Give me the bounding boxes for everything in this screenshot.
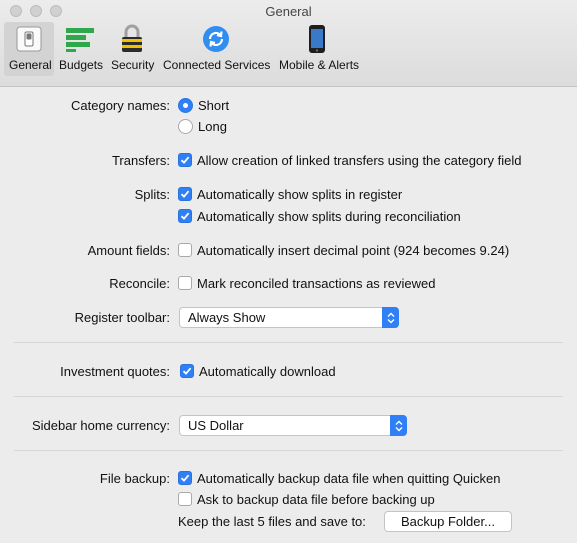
checkbox-label: Automatically insert decimal point (924 … [197, 242, 510, 258]
tab-security[interactable]: Security [106, 22, 158, 76]
investment-quotes-row: Investment quotes: Automatically downloa… [0, 361, 577, 381]
splits-reconciliation-control[interactable]: Automatically show splits during reconci… [178, 209, 461, 224]
select-value: Always Show [188, 310, 266, 325]
tab-general[interactable]: General [4, 22, 54, 76]
auto-backup-control[interactable]: Automatically backup data file when quit… [178, 471, 501, 486]
tab-label: Connected Services [163, 58, 271, 72]
sidebar-currency-label: Sidebar home currency: [31, 417, 170, 433]
splits-row: Splits: Automatically show splits in reg… [0, 184, 577, 204]
preferences-tabs: General Budgets Security Connected Servi… [4, 22, 360, 76]
reconcile-label: Reconcile: [109, 275, 170, 291]
preferences-window: General General Budgets Security Connect… [0, 0, 577, 543]
ask-backup-control[interactable]: Ask to backup data file before backing u… [178, 492, 435, 507]
category-names-label: Category names: [71, 97, 170, 113]
radio-button[interactable] [178, 97, 193, 113]
checkbox-unchecked[interactable] [178, 243, 192, 257]
file-backup-label: File backup: [99, 470, 170, 486]
tab-label: Budgets [59, 58, 104, 72]
checkbox-label: Automatically download [199, 363, 336, 379]
checkbox-label: Allow creation of linked transfers using… [197, 152, 522, 168]
reconcile-control[interactable]: Mark reconciled transactions as reviewed [178, 276, 435, 291]
tab-connected-services[interactable]: Connected Services [158, 22, 274, 76]
checkbox-unchecked[interactable] [178, 276, 192, 290]
title-toolbar: General General Budgets Security Connect… [0, 0, 577, 87]
quotes-download-control[interactable]: Automatically download [180, 364, 336, 379]
chevron-updown-icon [390, 415, 407, 436]
keep-files-text: Keep the last 5 files and save to: [178, 513, 366, 529]
checkbox-checked[interactable] [178, 187, 192, 201]
radio-label: Short [198, 97, 230, 113]
checkbox-checked[interactable] [178, 153, 192, 167]
divider [14, 396, 563, 397]
tab-label: General [9, 58, 52, 72]
checkbox-label: Ask to backup data file before backing u… [197, 491, 435, 507]
tab-label: Mobile & Alerts [279, 58, 360, 72]
radio-short[interactable]: Short [178, 97, 230, 113]
general-switch-icon [9, 22, 49, 56]
splits-row-2: Automatically show splits during reconci… [0, 206, 577, 226]
radio-label: Long [198, 118, 227, 134]
tab-label: Security [111, 58, 155, 72]
splits-register-control[interactable]: Automatically show splits in register [178, 187, 402, 202]
checkbox-checked[interactable] [178, 471, 192, 485]
radio-long[interactable]: Long [178, 118, 227, 134]
investment-quotes-label: Investment quotes: [60, 363, 170, 379]
category-names-row: Category names: Short [0, 95, 577, 115]
select-value: US Dollar [188, 418, 244, 433]
tab-budgets[interactable]: Budgets [54, 22, 106, 76]
divider [14, 450, 563, 451]
transfers-checkbox-control[interactable]: Allow creation of linked transfers using… [178, 153, 521, 168]
register-toolbar-label: Register toolbar: [74, 309, 170, 325]
backup-folder-button[interactable]: Backup Folder... [384, 511, 512, 532]
chevron-updown-icon [382, 307, 399, 328]
checkbox-label: Automatically show splits in register [197, 186, 403, 202]
checkbox-checked[interactable] [178, 209, 192, 223]
checkbox-label: Automatically show splits during reconci… [197, 208, 461, 224]
register-toolbar-select[interactable]: Always Show [179, 307, 399, 328]
amount-fields-label: Amount fields: [87, 242, 170, 258]
sync-icon [163, 22, 269, 56]
reconcile-row: Reconcile: Mark reconciled transactions … [0, 273, 577, 293]
phone-icon [279, 22, 355, 56]
checkbox-label: Automatically backup data file when quit… [197, 470, 501, 486]
file-backup-row-2: Ask to backup data file before backing u… [0, 489, 577, 509]
radio-button[interactable] [178, 118, 193, 134]
budgets-bars-icon [59, 22, 101, 56]
window-title: General [265, 4, 312, 19]
category-names-row-2: Long [0, 116, 577, 136]
checkbox-checked[interactable] [180, 364, 194, 378]
transfers-label: Transfers: [111, 152, 170, 168]
checkbox-unchecked[interactable] [178, 492, 192, 506]
tab-mobile-alerts[interactable]: Mobile & Alerts [274, 22, 360, 76]
splits-label: Splits: [134, 186, 170, 202]
divider [14, 342, 563, 343]
file-backup-row: File backup: Automatically backup data f… [0, 468, 577, 488]
lock-icon [111, 22, 153, 56]
sidebar-currency-select[interactable]: US Dollar [179, 415, 407, 436]
decimal-point-control[interactable]: Automatically insert decimal point (924 … [178, 243, 509, 258]
amount-fields-row: Amount fields: Automatically insert deci… [0, 240, 577, 260]
checkbox-label: Mark reconciled transactions as reviewed [197, 275, 436, 291]
transfers-row: Transfers: Allow creation of linked tran… [0, 150, 577, 170]
